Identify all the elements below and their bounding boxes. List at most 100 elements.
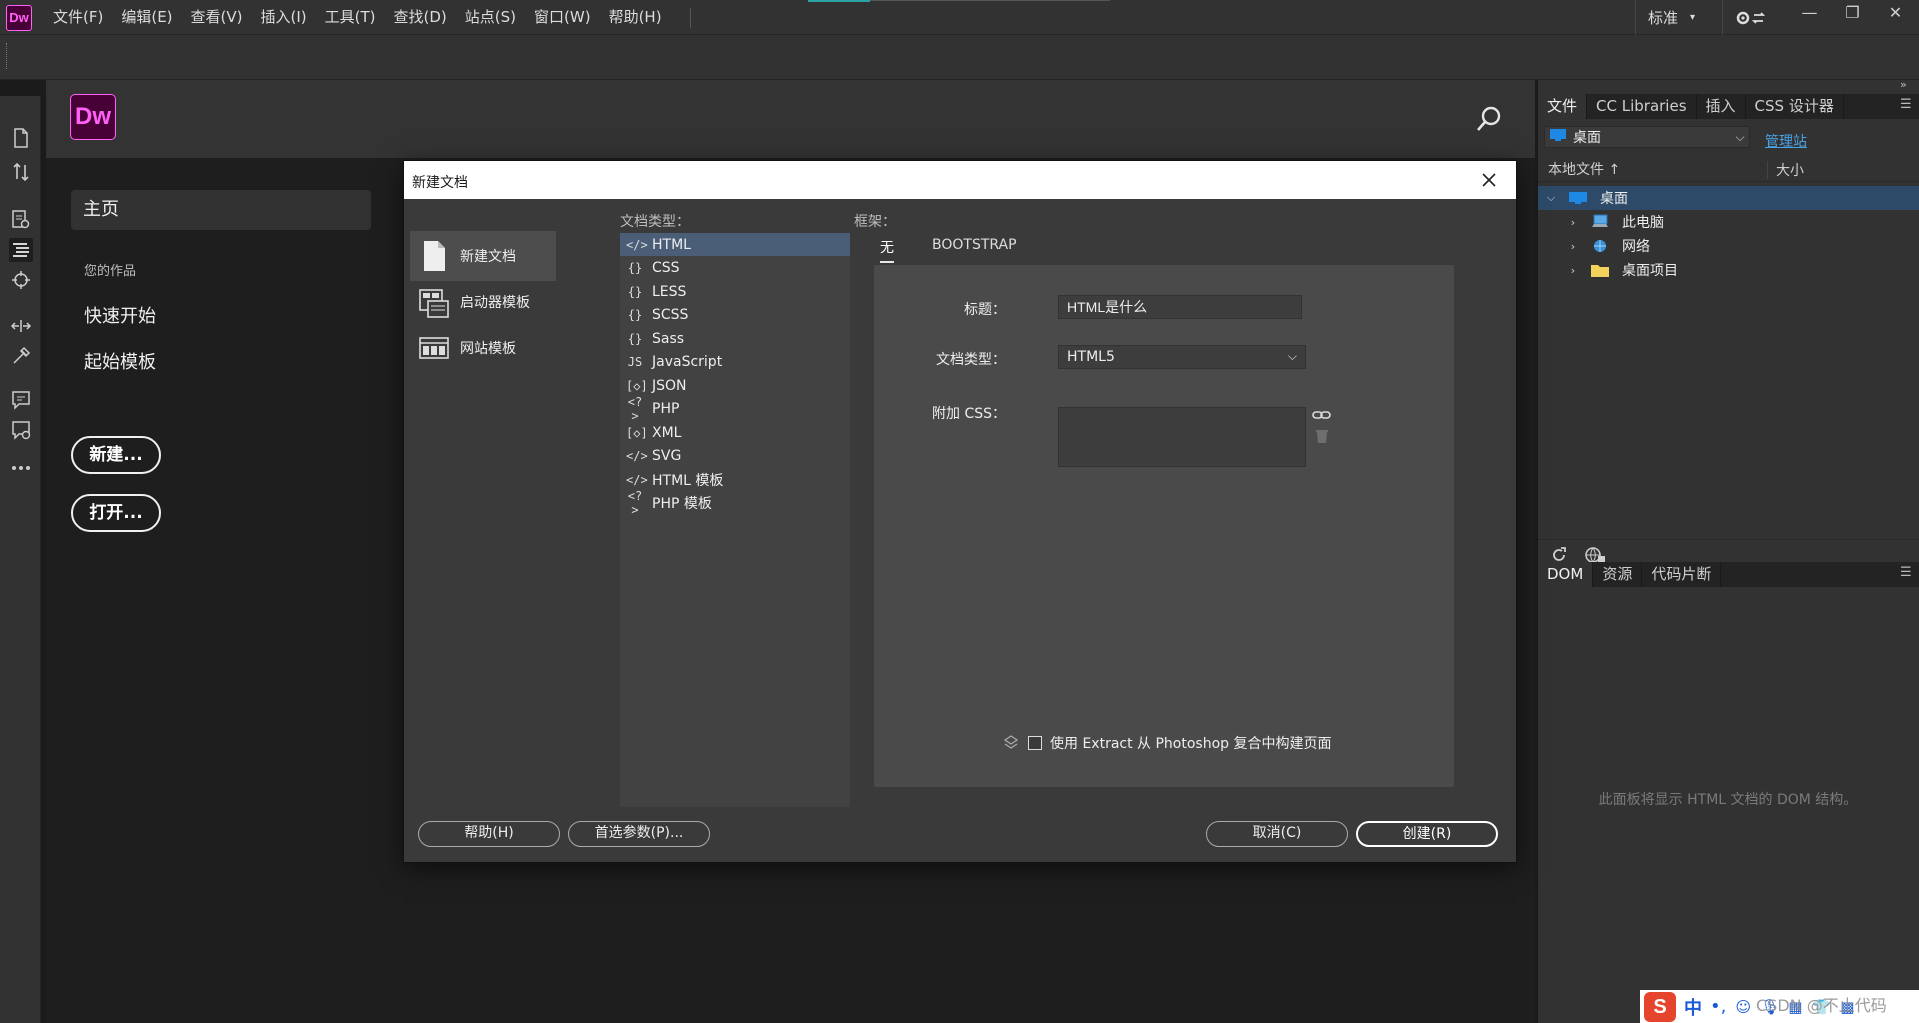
title-input[interactable] — [1058, 295, 1302, 319]
code-tag-icon: </> — [626, 472, 648, 487]
start-header: Dw — [46, 80, 1535, 158]
open-button[interactable]: 打开... — [71, 494, 161, 532]
doctype-less[interactable]: {} LESS — [620, 280, 850, 303]
tab-css-designer[interactable]: CSS 设计器 — [1746, 94, 1844, 119]
tree-item-this-pc[interactable]: › 此电脑 — [1538, 210, 1919, 234]
tab-files[interactable]: 文件 — [1538, 94, 1588, 119]
sort-ascending-icon: ↑ — [1608, 161, 1621, 178]
window-controls: — ❐ ✕ — [1788, 0, 1917, 30]
minimize-button[interactable]: — — [1788, 0, 1831, 28]
new-file-icon[interactable] — [9, 126, 33, 150]
chevron-right-icon[interactable]: › — [1566, 216, 1580, 229]
extract-checkbox[interactable] — [1028, 736, 1042, 750]
nav-quick-start[interactable]: 快速开始 — [84, 302, 156, 328]
expand-arrows-icon[interactable] — [9, 314, 33, 338]
column-size[interactable]: 大小 — [1768, 160, 1804, 180]
panel-dock-header: » — [1538, 78, 1919, 94]
remove-comment-icon[interactable] — [9, 418, 33, 442]
eyedropper-icon[interactable] — [9, 344, 33, 368]
dom-panel-tabs: DOM 资源 代码片断 ☰ — [1538, 562, 1919, 587]
preferences-button[interactable]: 首选参数(P)... — [568, 821, 710, 847]
folder-icon — [1590, 262, 1610, 278]
site-template-icon — [418, 330, 450, 366]
doctype-scss[interactable]: {} SCSS — [620, 304, 850, 327]
menu-file[interactable]: 文件(F) — [44, 0, 112, 35]
outline-list-icon[interactable] — [9, 238, 33, 262]
menu-insert[interactable]: 插入(I) — [252, 0, 316, 35]
tree-item-desktop-items[interactable]: › 桌面项目 — [1538, 258, 1919, 282]
tab-framework-bootstrap[interactable]: BOOTSTRAP — [932, 237, 1017, 263]
help-button[interactable]: 帮助(H) — [418, 821, 560, 847]
ime-punctuation-toggle[interactable]: •, — [1710, 996, 1726, 1017]
tree-item-network[interactable]: › 网络 — [1538, 234, 1919, 258]
doctype-html[interactable]: </> HTML — [620, 233, 850, 256]
site-select[interactable]: 桌面 ⌵ — [1544, 126, 1750, 148]
doctype-html-template[interactable]: </> HTML 模板 — [620, 468, 850, 491]
category-new-document[interactable]: 新建文档 — [410, 231, 556, 281]
extract-layers-icon — [1002, 734, 1020, 752]
tree-item-desktop[interactable]: ⌵ 桌面 — [1538, 186, 1919, 210]
doctype-php-template[interactable]: <?> PHP 模板 — [620, 489, 850, 517]
menu-site[interactable]: 站点(S) — [456, 0, 525, 35]
desktop-icon — [1568, 190, 1588, 206]
toolbar-grip[interactable] — [6, 43, 9, 69]
menu-window[interactable]: 窗口(W) — [525, 0, 600, 35]
left-toolbar — [0, 96, 41, 1023]
tab-assets[interactable]: 资源 — [1593, 562, 1643, 587]
new-button[interactable]: 新建... — [71, 436, 161, 474]
search-icon[interactable] — [1474, 104, 1504, 134]
expand-panels-icon[interactable]: » — [1900, 78, 1907, 91]
category-site-templates[interactable]: 网站模板 — [410, 323, 556, 373]
menu-edit[interactable]: 编辑(E) — [112, 0, 181, 35]
crosshair-icon[interactable] — [9, 268, 33, 292]
attached-css-list[interactable] — [1058, 407, 1306, 467]
menu-view[interactable]: 查看(V) — [182, 0, 252, 35]
tab-framework-none[interactable]: 无 — [880, 237, 894, 263]
more-options-icon[interactable] — [9, 456, 33, 480]
link-icon[interactable] — [1312, 407, 1332, 423]
doctype-php[interactable]: <?> PHP — [620, 395, 850, 423]
sort-updown-icon[interactable] — [9, 160, 33, 184]
nav-starter-templates[interactable]: 起始模板 — [84, 348, 156, 374]
chevron-down-icon[interactable]: ⌵ — [1544, 191, 1558, 205]
menu-find[interactable]: 查找(D) — [385, 0, 456, 35]
doctype-sass[interactable]: {} Sass — [620, 327, 850, 350]
menu-tools[interactable]: 工具(T) — [316, 0, 385, 35]
close-icon[interactable] — [1478, 169, 1500, 191]
gear-sync-icon[interactable] — [1734, 7, 1768, 29]
php-tag-icon: <?> — [627, 489, 643, 517]
ime-language-toggle[interactable]: 中 — [1684, 994, 1702, 1020]
panel-menu-icon[interactable]: ☰ — [1900, 566, 1914, 580]
chevron-down-icon: ⌵ — [1735, 129, 1745, 144]
chevron-right-icon[interactable]: › — [1566, 264, 1580, 277]
chevron-right-icon[interactable]: › — [1566, 240, 1580, 253]
sogou-ime-logo[interactable]: S — [1644, 991, 1676, 1022]
doctype-xml[interactable]: [◇] XML — [620, 421, 850, 444]
close-window-button[interactable]: ✕ — [1874, 0, 1917, 28]
doctype-svg[interactable]: </> SVG — [620, 445, 850, 468]
doctype-select[interactable]: HTML5 ⌵ — [1058, 345, 1306, 369]
tab-snippets[interactable]: 代码片断 — [1642, 562, 1722, 587]
manage-sites-link[interactable]: 管理站 — [1765, 131, 1807, 151]
cancel-button[interactable]: 取消(C) — [1206, 821, 1348, 847]
trash-icon[interactable] — [1314, 427, 1330, 445]
inspect-document-icon[interactable] — [9, 208, 33, 232]
column-local-files[interactable]: 本地文件 ↑ — [1538, 160, 1768, 179]
tab-insert[interactable]: 插入 — [1697, 94, 1746, 119]
restore-button[interactable]: ❐ — [1831, 0, 1874, 28]
workspace-switcher[interactable]: 标准 ▾ — [1635, 0, 1695, 35]
javascript-icon: JS — [627, 355, 643, 369]
doctype-css[interactable]: {} CSS — [620, 257, 850, 280]
category-starter-templates[interactable]: 启动器模板 — [410, 277, 556, 327]
create-button[interactable]: 创建(R) — [1356, 821, 1498, 847]
doctype-javascript[interactable]: JS JavaScript — [620, 351, 850, 374]
doctype-json[interactable]: [◇] JSON — [620, 374, 850, 397]
emoji-icon[interactable]: ☺ — [1734, 998, 1752, 1016]
menu-divider — [1722, 0, 1723, 35]
comment-code-icon[interactable] — [9, 388, 33, 412]
nav-home[interactable]: 主页 — [71, 190, 371, 230]
tab-dom[interactable]: DOM — [1538, 562, 1594, 587]
menu-help[interactable]: 帮助(H) — [600, 0, 671, 35]
panel-menu-icon[interactable]: ☰ — [1900, 98, 1914, 112]
tab-cc-libraries[interactable]: CC Libraries — [1587, 94, 1697, 119]
